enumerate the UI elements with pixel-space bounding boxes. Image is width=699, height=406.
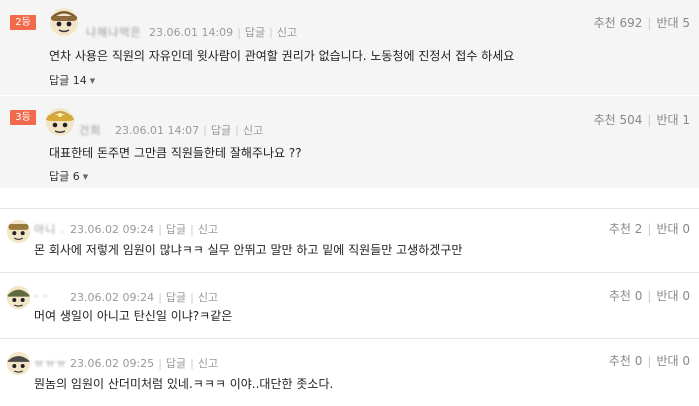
comment-list: 2등 냐해냐먹은 23.06.01 14:09 | 답글 | 신고 추천 692 | 반대 … — [0, 0, 699, 406]
nickname[interactable]: - - — [34, 289, 48, 302]
report-link[interactable]: 신고 — [198, 355, 218, 371]
comment-meta: 23.06.01 14:09 | 답글 | 신고 — [149, 24, 298, 40]
comment-date: 23.06.01 14:07 — [115, 124, 200, 137]
report-link[interactable]: 신고 — [243, 122, 263, 138]
reply-link[interactable]: 답글 — [211, 122, 231, 138]
vote-box: 추천 2 | 반대 0 — [608, 222, 690, 236]
upvote-button[interactable]: 추천 692 — [594, 16, 643, 30]
best-comment: 2등 냐해냐먹은 23.06.01 14:09 | 답글 | 신고 추천 692 | 반대 … — [0, 0, 699, 95]
reply-link[interactable]: 답글 — [166, 355, 186, 371]
nickname[interactable]: ㅠㅠㅠ — [34, 355, 67, 371]
report-link[interactable]: 신고 — [198, 289, 218, 305]
caret-down-icon: ▼ — [89, 77, 96, 85]
comment-date: 23.06.01 14:09 — [149, 26, 234, 39]
vote-box: 추천 0 | 반대 0 — [608, 289, 690, 303]
comment-text: 머여 생일이 아니고 탄신일 이냐?ㅋ같은 — [34, 309, 233, 323]
downvote-button[interactable]: 반대 0 — [656, 222, 690, 236]
nickname[interactable]: 건희 — [79, 122, 101, 138]
vote-box: 추천 504 | 반대 1 — [593, 113, 690, 127]
reply-link[interactable]: 답글 — [166, 221, 186, 237]
replies-count: 답글 6 — [49, 170, 80, 183]
downvote-button[interactable]: 반대 5 — [656, 16, 690, 30]
comment-text: 몬 회사에 저렇게 임원이 많냐ㅋㅋ 실무 안뛰고 말만 하고 밑에 직원들만 … — [34, 243, 463, 257]
report-link[interactable]: 신고 — [198, 221, 218, 237]
reply-link[interactable]: 답글 — [245, 24, 265, 40]
replies-count: 답글 14 — [49, 74, 87, 87]
comment-item: - - 23.06.02 09:24 | 답글 | 신고 추천 0 | 반대 0 머여 생일… — [0, 272, 699, 339]
upvote-button[interactable]: 추천 0 — [609, 289, 643, 303]
avatar-icon[interactable] — [45, 107, 75, 137]
vote-box: 추천 0 | 반대 0 — [608, 354, 690, 368]
upvote-button[interactable]: 추천 504 — [594, 113, 643, 127]
replies-toggle[interactable]: 답글 14 ▼ — [49, 72, 95, 88]
comment-text: 연차 사용은 직원의 자유인데 윗사람이 관여할 권리가 없습니다. 노동청에 … — [49, 49, 515, 63]
upvote-button[interactable]: 추천 0 — [609, 354, 643, 368]
comment-date: 23.06.02 09:25 — [70, 357, 155, 370]
upvote-button[interactable]: 추천 2 — [609, 222, 643, 236]
comment-meta: 23.06.02 09:25 | 답글 | 신고 — [70, 355, 219, 371]
vote-box: 추천 692 | 반대 5 — [593, 16, 690, 30]
avatar-icon[interactable] — [6, 219, 31, 244]
caret-down-icon: ▼ — [82, 173, 89, 181]
comment-item: ㅠㅠㅠ 23.06.02 09:25 | 답글 | 신고 추천 0 | 반대 0 뭔놈의 임… — [0, 338, 699, 406]
replies-toggle[interactable]: 답글 6 ▼ — [49, 168, 88, 184]
comment-item: 아니 . 23.06.02 09:24 | 답글 | 신고 추천 2 | 반대 0 몬 회사… — [0, 208, 699, 273]
downvote-button[interactable]: 반대 1 — [656, 113, 690, 127]
comment-text: 대표한테 돈주면 그만큼 직원들한테 잘해주나요 ?? — [49, 146, 302, 160]
downvote-button[interactable]: 반대 0 — [656, 289, 690, 303]
reply-link[interactable]: 답글 — [166, 289, 186, 305]
downvote-button[interactable]: 반대 0 — [656, 354, 690, 368]
comment-meta: 23.06.02 09:24 | 답글 | 신고 — [70, 221, 219, 237]
rank-badge: 3등 — [10, 110, 36, 125]
comment-date: 23.06.02 09:24 — [70, 223, 155, 236]
nickname[interactable]: 아니 . — [34, 221, 65, 237]
avatar-icon[interactable] — [6, 351, 31, 376]
report-link[interactable]: 신고 — [277, 24, 297, 40]
nickname[interactable]: 냐해냐먹은 — [86, 24, 142, 40]
avatar-icon[interactable] — [6, 285, 31, 310]
avatar-icon[interactable] — [49, 7, 79, 37]
comment-text: 뭔놈의 임원이 산더미처럼 있네.ㅋㅋㅋ 이야..대단한 좃소다. — [34, 377, 334, 391]
best-comment: 3등 건희 23.06.01 14:07 | 답글 | 신고 추천 504 | 반대 1 대… — [0, 96, 699, 188]
comment-meta: 23.06.01 14:07 | 답글 | 신고 — [115, 122, 264, 138]
rank-badge: 2등 — [10, 15, 36, 30]
comment-meta: 23.06.02 09:24 | 답글 | 신고 — [70, 289, 219, 305]
comment-date: 23.06.02 09:24 — [70, 291, 155, 304]
